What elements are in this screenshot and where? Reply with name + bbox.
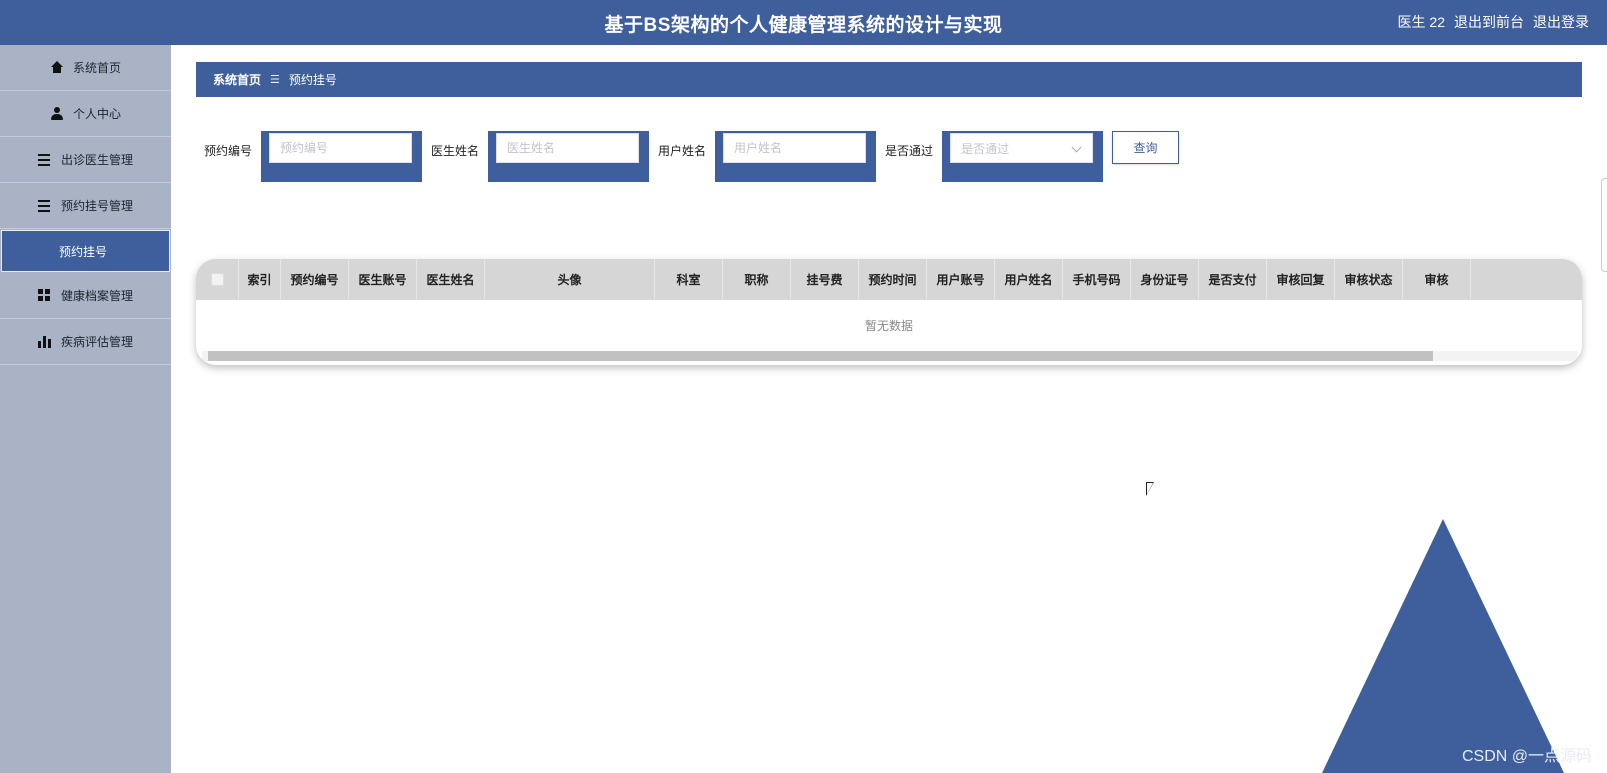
sidebar-item-appointment-management[interactable]: 预约挂号管理 (0, 183, 171, 229)
column-header: 预约时间 (859, 259, 927, 300)
decorative-triangle (1322, 519, 1564, 773)
sidebar-item-label: 出诊医生管理 (60, 153, 133, 167)
breadcrumb: 系统首页 ☰ 预约挂号 (196, 62, 1582, 97)
column-header: 身份证号 (1131, 259, 1199, 300)
sidebar-item-label: 系统首页 (72, 61, 121, 75)
sidebar-item-label: 预约挂号 (59, 244, 108, 259)
home-icon (50, 60, 64, 75)
column-header: 手机号码 (1063, 259, 1131, 300)
sidebar-item-disease-assessment[interactable]: 疾病评估管理 (0, 319, 171, 365)
appointment-number-label: 预约编号 (204, 144, 253, 158)
column-header: 头像 (485, 259, 655, 300)
query-button[interactable]: 查询 (1112, 131, 1180, 164)
horizontal-scrollbar[interactable] (202, 351, 1578, 361)
column-header: 医生姓名 (417, 259, 485, 300)
select-all-checkbox[interactable] (210, 273, 224, 286)
column-header: 是否支付 (1199, 259, 1267, 300)
user-name-label: 用户姓名 (658, 144, 707, 158)
breadcrumb-current: 预约挂号 (288, 73, 337, 87)
sidebar-item-label: 健康档案管理 (60, 289, 133, 303)
grid-icon (37, 288, 52, 303)
bar-chart-icon (37, 334, 52, 349)
column-header: 预约编号 (281, 259, 349, 300)
select-all-cell (196, 259, 239, 300)
user-name-field (715, 131, 877, 182)
column-header: 职称 (723, 259, 791, 300)
user-name-input[interactable] (723, 133, 867, 163)
sidebar-item-home[interactable]: 系统首页 (0, 45, 171, 91)
watermark: CSDN @一点源码 (1461, 748, 1592, 765)
breadcrumb-separator-icon: ☰ (270, 74, 280, 86)
sidebar-item-label: 个人中心 (72, 107, 121, 121)
table-empty-message: 暂无数据 (864, 319, 913, 333)
top-header: 基于BS架构的个人健康管理系统的设计与实现 医生 22 退出到前台 退出登录 (0, 0, 1607, 45)
column-header: 用户姓名 (995, 259, 1063, 300)
column-header: 挂号费 (791, 259, 859, 300)
column-header: 审核回复 (1267, 259, 1335, 300)
appointment-table: 索引 预约编号 医生账号 医生姓名 头像 科室 职称 挂号费 预约时间 用户账号… (196, 259, 1582, 365)
exit-to-front-link[interactable]: 退出到前台 (1454, 12, 1524, 32)
sidebar: 系统首页 个人中心 出诊医生管理 预约挂号管理 预约挂号 健康档案管理 疾病评估… (0, 45, 171, 773)
user-icon (50, 106, 64, 121)
doctor-name-input[interactable] (496, 133, 640, 163)
list-icon (37, 198, 52, 213)
doctor-name-label: 医生姓名 (431, 144, 480, 158)
sidebar-item-label: 预约挂号管理 (60, 199, 133, 213)
appointment-number-field (261, 131, 423, 182)
sidebar-item-doctor-management[interactable]: 出诊医生管理 (0, 137, 171, 183)
appointment-number-input[interactable] (269, 133, 413, 163)
sidebar-item-profile[interactable]: 个人中心 (0, 91, 171, 137)
column-header: 审核状态 (1335, 259, 1403, 300)
approved-select-placeholder: 是否通过 (961, 141, 1010, 156)
column-header: 医生账号 (349, 259, 417, 300)
approved-label: 是否通过 (885, 144, 934, 158)
chevron-down-icon (1071, 142, 1082, 153)
header-user-links: 医生 22 退出到前台 退出登录 (1398, 12, 1589, 32)
breadcrumb-home[interactable]: 系统首页 (213, 71, 261, 88)
sidebar-item-label: 疾病评估管理 (60, 335, 133, 349)
column-header: 用户账号 (927, 259, 995, 300)
sidebar-item-health-records[interactable]: 健康档案管理 (0, 273, 171, 319)
sidebar-item-appointment[interactable]: 预约挂号 (1, 230, 170, 272)
column-header: 审核 (1403, 259, 1471, 300)
column-header: 索引 (239, 259, 281, 300)
side-drawer-handle[interactable] (1601, 178, 1607, 272)
list-icon (37, 152, 52, 167)
approved-select[interactable]: 是否通过 (950, 133, 1094, 163)
app-title: 基于BS架构的个人健康管理系统的设计与实现 (604, 15, 1003, 36)
table-header: 索引 预约编号 医生账号 医生姓名 头像 科室 职称 挂号费 预约时间 用户账号… (196, 259, 1582, 300)
logout-link[interactable]: 退出登录 (1533, 12, 1589, 32)
search-form: 预约编号 医生姓名 用户姓名 是否通过 是否通过 查询 (204, 131, 1180, 183)
mouse-pointer-icon (1146, 482, 1154, 496)
scrollbar-thumb[interactable] (208, 351, 1433, 361)
approved-field: 是否通过 (942, 131, 1104, 182)
current-user: 医生 22 (1397, 14, 1445, 30)
column-header: 科室 (655, 259, 723, 300)
doctor-name-field (488, 131, 650, 182)
